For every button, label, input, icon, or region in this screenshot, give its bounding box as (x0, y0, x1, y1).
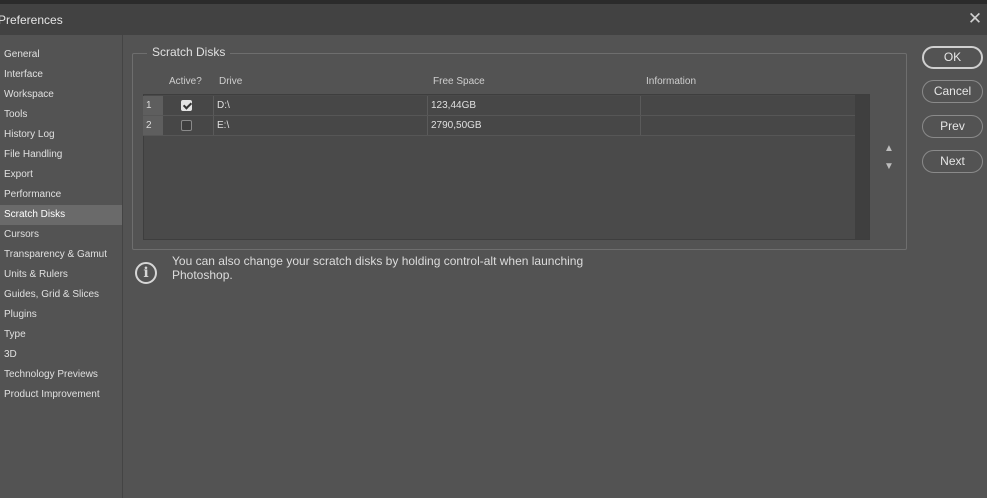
cell-separator (427, 116, 428, 135)
move-up-icon[interactable]: ▲ (883, 144, 895, 154)
move-down-icon[interactable]: ▼ (883, 162, 895, 172)
sidebar-item-technology-previews[interactable]: Technology Previews (0, 365, 122, 385)
cell-separator (213, 116, 214, 135)
info-message: You can also change your scratch disks b… (172, 254, 584, 282)
cell-separator (427, 96, 428, 115)
active-checkbox[interactable] (181, 100, 192, 111)
ok-button[interactable]: OK (922, 46, 983, 69)
sidebar-item-export[interactable]: Export (0, 165, 122, 185)
sidebar-item-file-handling[interactable]: File Handling (0, 145, 122, 165)
info-icon: i (135, 262, 157, 284)
cell-separator (640, 96, 641, 115)
cell-separator (640, 116, 641, 135)
cell-separator (213, 96, 214, 115)
prev-button[interactable]: Prev (922, 115, 983, 138)
table-row[interactable]: 2 E:\ 2790,50GB (143, 116, 855, 136)
sidebar-item-transparency-gamut[interactable]: Transparency & Gamut (0, 245, 122, 265)
sidebar-item-product-improvement[interactable]: Product Improvement (0, 385, 122, 405)
sidebar-item-guides-grid-slices[interactable]: Guides, Grid & Slices (0, 285, 122, 305)
table-row[interactable]: 1 D:\ 123,44GB (143, 96, 855, 116)
sidebar-item-performance[interactable]: Performance (0, 185, 122, 205)
sidebar-item-general[interactable]: General (0, 45, 122, 65)
sidebar-item-scratch-disks[interactable]: Scratch Disks (0, 205, 122, 225)
active-checkbox[interactable] (181, 120, 192, 131)
row-number: 2 (143, 116, 163, 135)
sidebar-item-cursors[interactable]: Cursors (0, 225, 122, 245)
free-space-cell: 123,44GB (431, 100, 477, 111)
preferences-sidebar: General Interface Workspace Tools Histor… (0, 35, 123, 498)
drive-cell: D:\ (217, 100, 230, 111)
table-scrollbar[interactable] (855, 95, 869, 239)
column-header-free-space: Free Space (433, 76, 485, 87)
row-number: 1 (143, 96, 163, 115)
free-space-cell: 2790,50GB (431, 120, 482, 131)
column-header-drive: Drive (219, 76, 243, 87)
sidebar-item-tools[interactable]: Tools (0, 105, 122, 125)
drive-cell: E:\ (217, 120, 230, 131)
sidebar-item-interface[interactable]: Interface (0, 65, 122, 85)
sidebar-item-history-log[interactable]: History Log (0, 125, 122, 145)
next-button[interactable]: Next (922, 150, 983, 173)
column-header-information: Information (646, 76, 697, 87)
close-icon[interactable]: ✕ (965, 9, 985, 29)
window-title: Preferences (0, 13, 63, 27)
sidebar-item-units-rulers[interactable]: Units & Rulers (0, 265, 122, 285)
sidebar-item-3d[interactable]: 3D (0, 345, 122, 365)
sidebar-item-plugins[interactable]: Plugins (0, 305, 122, 325)
sidebar-item-workspace[interactable]: Workspace (0, 85, 122, 105)
sidebar-item-type[interactable]: Type (0, 325, 122, 345)
title-bar: Preferences ✕ (0, 4, 987, 35)
group-title: Scratch Disks (147, 45, 231, 59)
cancel-button[interactable]: Cancel (922, 80, 983, 103)
column-header-active: Active? (169, 76, 202, 87)
